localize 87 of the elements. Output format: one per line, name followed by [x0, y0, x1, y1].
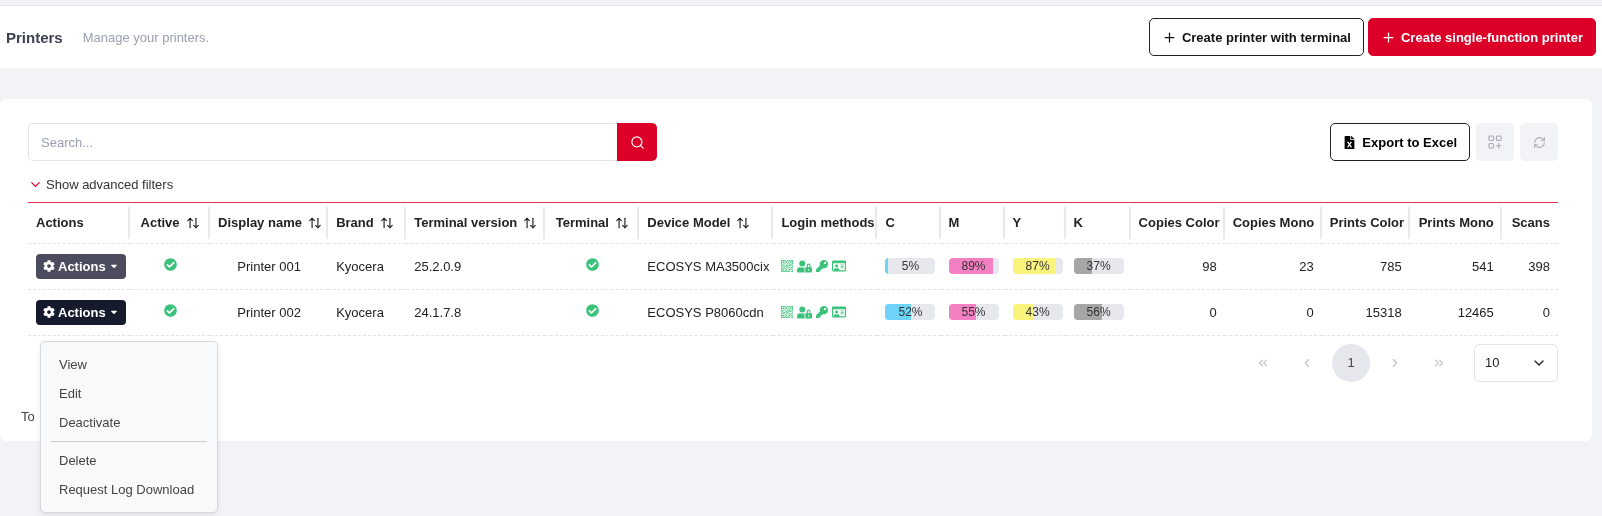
create-single-function-button[interactable]: Create single-function printer — [1367, 18, 1596, 56]
menu-item[interactable]: Edit — [41, 379, 217, 408]
column-header: M — [948, 215, 960, 231]
column-header: Copies Mono — [1232, 215, 1315, 231]
table-cell: Kyocera — [336, 304, 384, 320]
table-cell: 15318 — [1365, 304, 1402, 320]
check-icon — [163, 258, 177, 271]
export-button[interactable]: Export to Excel — [1330, 123, 1470, 161]
total-label: To — [21, 409, 35, 424]
gear-icon — [43, 306, 55, 318]
table-cell: Printer 001 — [237, 258, 301, 274]
column-header: K — [1073, 215, 1083, 231]
key-icon — [816, 306, 829, 318]
page-button[interactable]: 1 — [1332, 343, 1370, 382]
sort-icon[interactable] — [736, 215, 751, 230]
search-button[interactable] — [617, 123, 657, 161]
menu-item[interactable]: Request Log Download — [41, 475, 217, 504]
menu-item[interactable]: Deactivate — [41, 408, 217, 437]
column-header[interactable]: Brand — [336, 215, 394, 231]
sort-icon[interactable] — [614, 215, 629, 230]
page-subtitle: Manage your printers. — [82, 29, 211, 45]
column-header: Actions — [36, 215, 84, 231]
grid-plus-icon — [1488, 135, 1502, 149]
actions-button[interactable]: Actions — [36, 253, 126, 279]
plus-icon — [1380, 29, 1396, 45]
sort-icon[interactable] — [523, 215, 538, 230]
refresh-icon — [1532, 135, 1546, 149]
ink-level-bar: 55% — [948, 304, 999, 320]
table-cell: 0 — [1542, 304, 1550, 320]
id-card-icon — [832, 305, 847, 319]
table-cell: 398 — [1528, 258, 1550, 274]
column-header[interactable]: Device Model — [647, 215, 751, 231]
create-with-terminal-button[interactable]: Create printer with terminal — [1148, 18, 1364, 56]
key-icon — [816, 260, 829, 272]
check-icon — [163, 304, 177, 317]
menu-item[interactable]: View — [41, 350, 217, 379]
qr-code-icon — [781, 260, 794, 272]
sort-icon[interactable] — [307, 215, 322, 230]
page-size-select[interactable]: 10 — [1474, 343, 1558, 382]
check-icon — [585, 258, 599, 271]
page-size-value: 10 — [1485, 355, 1500, 370]
table-cell: 541 — [1472, 258, 1494, 274]
ink-level-bar: 87% — [1012, 258, 1063, 274]
table-cell: 24.1.7.8 — [414, 304, 462, 320]
table-cell: 98 — [1202, 258, 1217, 274]
ink-level-bar: 89% — [948, 258, 999, 274]
add-widget-button[interactable] — [1476, 123, 1514, 161]
column-header: Login methods — [781, 215, 875, 231]
search-field[interactable]: Search... — [28, 123, 617, 161]
column-header: Prints Mono — [1418, 215, 1494, 231]
column-header[interactable]: Display name — [218, 215, 322, 231]
advanced-filters-toggle[interactable]: Show advanced filters — [28, 177, 174, 192]
check-icon — [585, 304, 599, 317]
plus-icon — [1161, 29, 1177, 45]
column-header: Y — [1012, 215, 1022, 231]
column-header[interactable]: Terminal version — [414, 215, 538, 231]
sort-icon[interactable] — [379, 215, 394, 230]
table-cell: 785 — [1380, 258, 1402, 274]
column-header[interactable]: Terminal — [555, 215, 629, 231]
table-cell: 12465 — [1457, 304, 1494, 320]
gear-icon — [43, 260, 55, 272]
ink-level-bar: 37% — [1073, 258, 1124, 274]
table-cell: 0 — [1209, 304, 1217, 320]
column-header: Scans — [1511, 215, 1550, 231]
column-header: Copies Color — [1138, 215, 1220, 231]
table-cell: ECOSYS MA3500cix — [647, 258, 770, 274]
column-header: Prints Color — [1329, 215, 1405, 231]
menu-item[interactable]: Delete — [41, 446, 217, 475]
column-header: C — [885, 215, 895, 231]
id-card-icon — [832, 259, 847, 273]
user-lock-icon — [797, 258, 813, 274]
table-cell: 25.2.0.9 — [414, 258, 462, 274]
search-icon — [629, 134, 645, 150]
table-cell: Printer 002 — [237, 304, 301, 320]
actions-button[interactable]: Actions — [36, 299, 126, 325]
table-cell: ECOSYS P8060cdn — [647, 304, 764, 320]
column-header[interactable]: Active — [140, 215, 200, 231]
table-cell: Kyocera — [336, 258, 384, 274]
table-cell: 0 — [1306, 304, 1314, 320]
excel-file-icon — [1343, 135, 1357, 149]
qr-code-icon — [781, 306, 794, 318]
user-lock-icon — [797, 304, 813, 320]
ink-level-bar: 5% — [885, 258, 936, 274]
sort-icon[interactable] — [185, 215, 200, 230]
page-title: Printers — [6, 28, 63, 46]
table-cell: 23 — [1299, 258, 1314, 274]
refresh-button[interactable] — [1520, 123, 1558, 161]
